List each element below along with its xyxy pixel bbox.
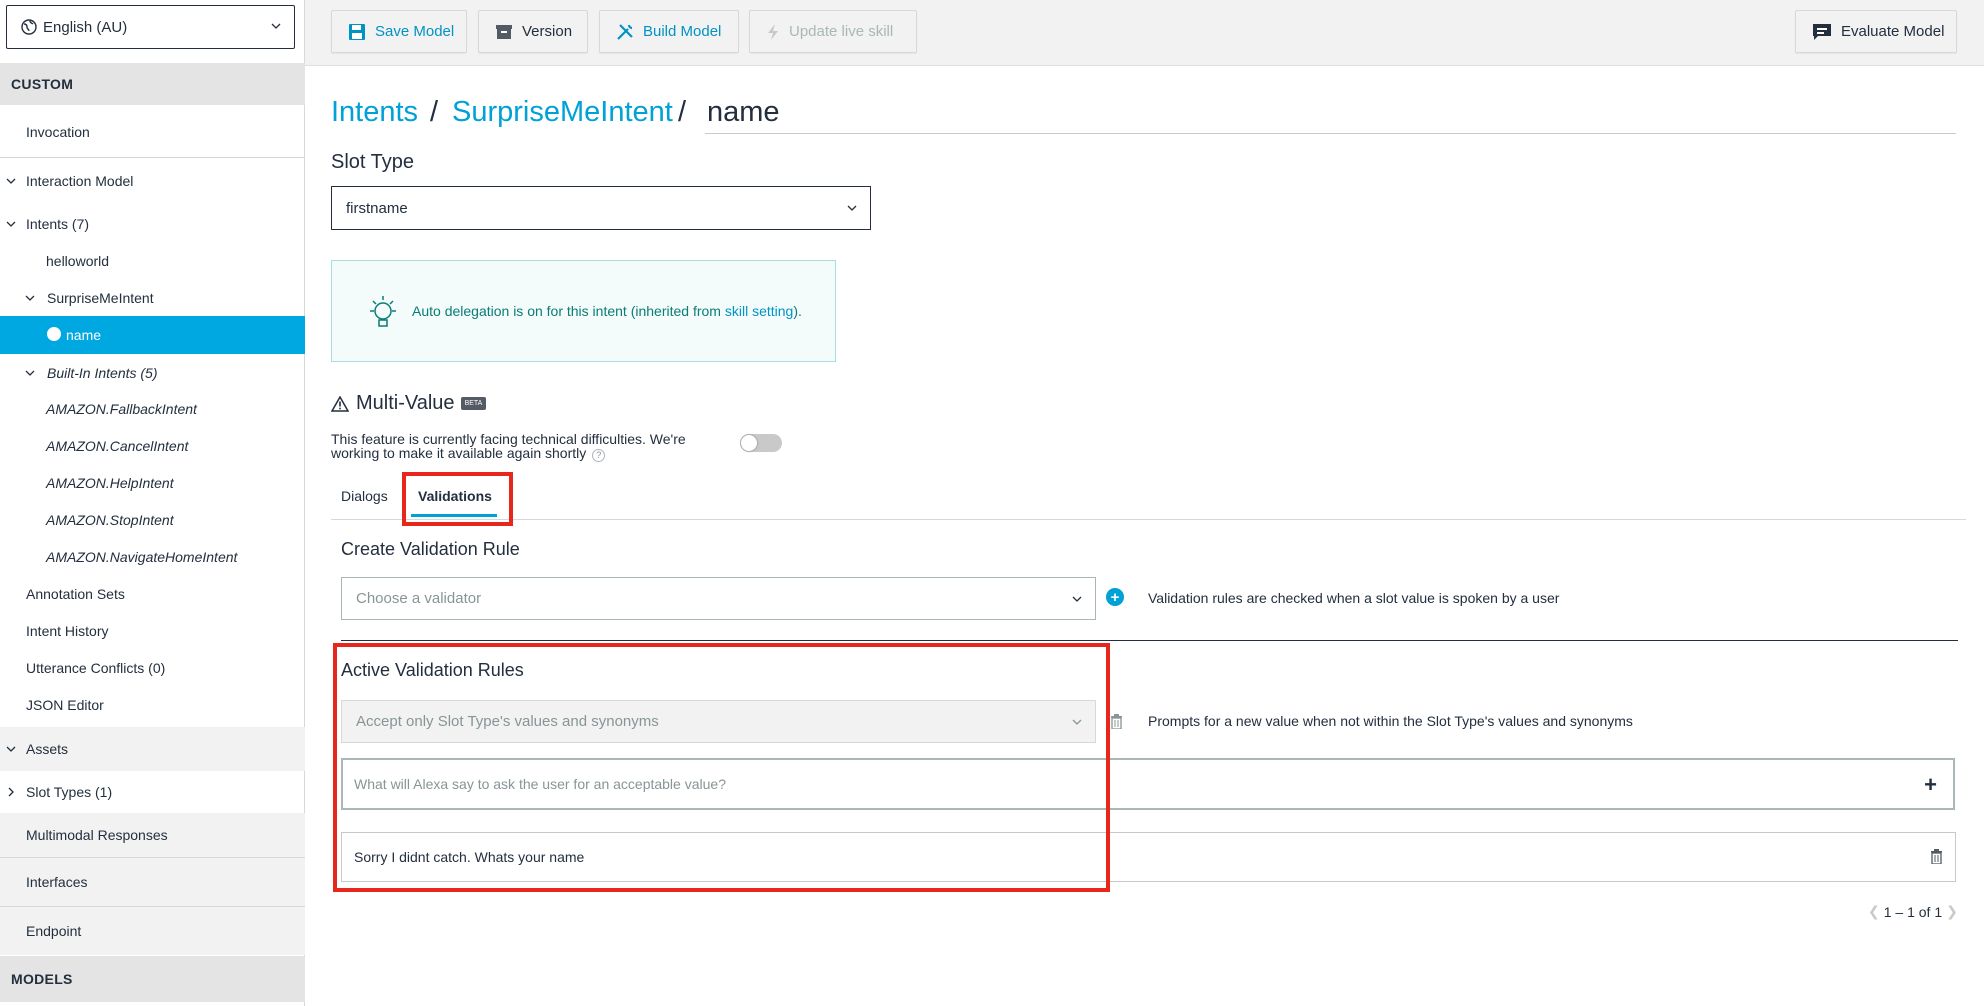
lightbulb-icon xyxy=(370,296,396,327)
models-section-header: MODELS xyxy=(0,956,305,1002)
breadcrumb-separator: / xyxy=(678,96,687,128)
sidebar-item-multimodal-responses[interactable]: Multimodal Responses xyxy=(0,813,305,857)
breadcrumb-intents[interactable]: Intents xyxy=(331,96,418,129)
breadcrumb-intent[interactable]: SurpriseMeIntent xyxy=(452,96,673,129)
sidebar-item-slot-types[interactable]: Slot Types (1) xyxy=(0,772,305,812)
validator-select[interactable]: Choose a validator xyxy=(341,577,1096,620)
highlight-box-active-rules xyxy=(333,643,1110,892)
add-rule-button[interactable]: + xyxy=(1106,588,1124,606)
sidebar-item-name[interactable]: name xyxy=(0,316,305,354)
next-page-icon[interactable]: ❯ xyxy=(1946,903,1958,920)
highlight-box-validations-tab xyxy=(402,472,513,526)
multi-value-note: This feature is currently facing technic… xyxy=(331,431,686,462)
chevron-down-icon xyxy=(271,23,281,29)
sidebar-item-invocation[interactable]: Invocation xyxy=(0,112,305,152)
create-rule-title: Create Validation Rule xyxy=(341,539,520,559)
tools-icon xyxy=(617,23,633,40)
active-rule-description: Prompts for a new value when not within … xyxy=(1148,713,1633,729)
beta-badge: BETA xyxy=(460,397,487,410)
sidebar-item-utterance-conflicts[interactable]: Utterance Conflicts (0) xyxy=(0,651,305,685)
slot-name-underline xyxy=(705,133,1956,134)
evaluate-model-button[interactable]: Evaluate Model xyxy=(1795,10,1957,53)
sidebar-item-intents[interactable]: Intents (7) xyxy=(0,207,305,241)
add-prompt-button[interactable]: + xyxy=(1924,772,1937,798)
slot-type-select[interactable]: firstname xyxy=(331,186,871,230)
chevron-down-icon xyxy=(25,295,35,301)
section-divider xyxy=(341,640,1958,641)
chevron-down-icon xyxy=(1072,596,1082,602)
breadcrumb-separator: / xyxy=(430,96,439,128)
help-icon[interactable]: ? xyxy=(592,449,606,462)
sidebar-item-endpoint[interactable]: Endpoint xyxy=(0,907,305,955)
chevron-down-icon xyxy=(847,205,857,211)
chevron-down-icon xyxy=(6,746,16,752)
chevron-down-icon xyxy=(25,370,35,376)
sidebar-item-interaction-model[interactable]: Interaction Model xyxy=(0,161,305,201)
locale-label: English (AU) xyxy=(43,18,128,36)
globe-icon xyxy=(21,19,37,35)
multi-value-toggle[interactable] xyxy=(740,434,782,452)
tab-dialogs[interactable]: Dialogs xyxy=(341,488,388,504)
sidebar-item-surprisemeintent[interactable]: SurpriseMeIntent xyxy=(0,281,305,315)
sidebar-item-json-editor[interactable]: JSON Editor xyxy=(0,688,305,722)
auto-delegation-info: Auto delegation is on for this intent (i… xyxy=(331,260,836,362)
update-live-skill-button[interactable]: Update live skill xyxy=(749,10,917,53)
save-model-button[interactable]: Save Model xyxy=(331,10,467,53)
sidebar-item-stopintent[interactable]: AMAZON.StopIntent xyxy=(0,503,305,537)
warning-icon xyxy=(331,395,349,412)
multi-value-heading: Multi-Value BETA xyxy=(331,392,487,415)
chevron-down-icon xyxy=(6,178,16,184)
sidebar-item-assets[interactable]: Assets xyxy=(0,727,305,771)
slot-type-title: Slot Type xyxy=(331,151,415,173)
skill-setting-link[interactable]: skill setting xyxy=(725,303,793,319)
sidebar-item-navigatehomeintent[interactable]: AMAZON.NavigateHomeIntent xyxy=(0,540,305,574)
tabs-divider xyxy=(331,519,1966,520)
sidebar-item-cancelintent[interactable]: AMAZON.CancelIntent xyxy=(0,429,305,463)
toolbar: Save Model Version Build Model Update li… xyxy=(305,0,1984,66)
prev-page-icon[interactable]: ❮ xyxy=(1868,903,1880,920)
trash-icon[interactable] xyxy=(1930,849,1943,864)
sidebar-item-helloworld[interactable]: helloworld xyxy=(0,244,305,278)
chevron-right-icon xyxy=(8,787,14,797)
sidebar-item-helpintent[interactable]: AMAZON.HelpIntent xyxy=(0,466,305,500)
trash-icon[interactable] xyxy=(1110,714,1123,729)
archive-icon xyxy=(496,24,512,39)
sidebar-item-annotation-sets[interactable]: Annotation Sets xyxy=(0,577,305,611)
chat-icon xyxy=(1813,23,1831,40)
sidebar-item-fallbackintent[interactable]: AMAZON.FallbackIntent xyxy=(0,392,305,426)
sidebar-item-built-in-intents[interactable]: Built-In Intents (5) xyxy=(0,355,305,391)
version-button[interactable]: Version xyxy=(478,10,588,53)
sidebar: English (AU) CUSTOM Invocation Interacti… xyxy=(0,0,305,1006)
chevron-down-icon xyxy=(6,221,16,227)
custom-section-header: CUSTOM xyxy=(0,63,305,105)
build-model-button[interactable]: Build Model xyxy=(599,10,739,53)
slot-dot-icon xyxy=(47,327,61,341)
locale-select[interactable]: English (AU) xyxy=(6,5,295,49)
pagination: ❮ 1 – 1 of 1 ❯ xyxy=(1868,903,1958,920)
sidebar-item-interfaces[interactable]: Interfaces xyxy=(0,858,305,906)
slot-name-field[interactable]: name xyxy=(707,96,780,129)
lightning-icon xyxy=(768,23,778,40)
create-rule-hint: Validation rules are checked when a slot… xyxy=(1148,590,1560,606)
save-icon xyxy=(349,23,365,40)
sidebar-item-intent-history[interactable]: Intent History xyxy=(0,614,305,648)
